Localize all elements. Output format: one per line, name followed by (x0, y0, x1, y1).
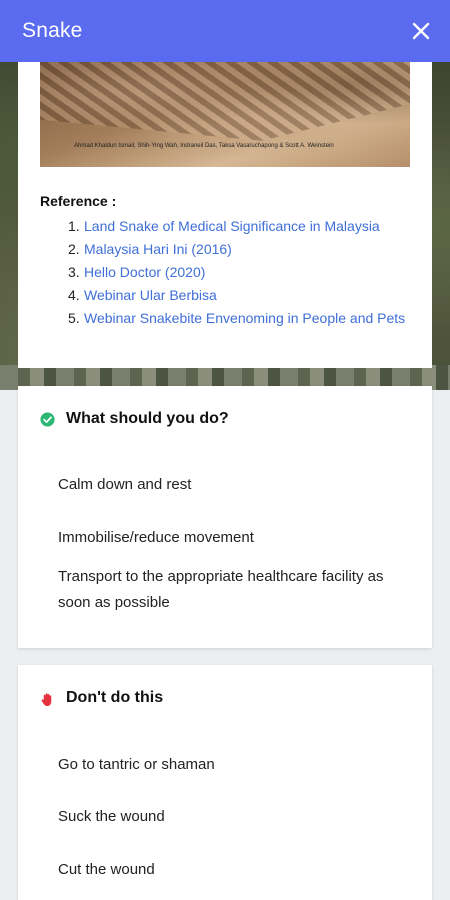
dont-item: Go to tantric or shaman (58, 756, 215, 773)
reference-link[interactable]: Webinar Ular Berbisa (84, 287, 217, 303)
check-circle-icon (40, 411, 55, 427)
dont-do-title: Don't do this (66, 689, 164, 706)
reference-list: 1. Land Snake of Medical Significance in … (68, 215, 405, 330)
image-credit: Ahmad Khaldun Ismail, Shih-Ying Wah, Ind… (74, 143, 334, 149)
reference-item: 5. Webinar Snakebite Envenoming in People… (68, 310, 406, 326)
stop-hand-icon (40, 691, 55, 706)
reference-item: 4. Webinar Ular Berbisa (68, 287, 217, 303)
reference-link[interactable]: Malaysia Hari Ini (2016) (84, 241, 232, 257)
reference-item: 2. Malaysia Hari Ini (2016) (68, 241, 232, 257)
do-item: Transport to the appropriate healthcare … (58, 568, 384, 611)
snake-scales (40, 62, 410, 141)
close-icon[interactable] (410, 20, 432, 42)
reference-card: Ahmad Khaldun Ismail, Shih-Ying Wah, Ind… (18, 40, 432, 368)
dont-item: Cut the wound (58, 861, 155, 878)
app-bar-title: Snake (22, 19, 83, 42)
dont-do-card: Don't do this Go to tantric or shaman Su… (18, 665, 432, 900)
snake-image: Ahmad Khaldun Ismail, Shih-Ying Wah, Ind… (40, 62, 410, 167)
reference-link[interactable]: Hello Doctor (2020) (84, 264, 205, 280)
what-to-do-title: What should you do? (66, 410, 229, 427)
what-to-do-card: What should you do? Calm down and rest I… (18, 386, 432, 648)
dont-do-header: Don't do this (40, 689, 163, 707)
dont-item: Suck the wound (58, 808, 165, 825)
do-item: Immobilise/reduce movement (58, 529, 254, 546)
reference-item: 1. Land Snake of Medical Significance in … (68, 218, 380, 234)
reference-heading: Reference : (40, 193, 117, 209)
do-item: Calm down and rest (58, 476, 192, 493)
reference-link[interactable]: Webinar Snakebite Envenoming in People a… (84, 310, 405, 326)
app-bar: Snake (0, 0, 450, 62)
reference-link[interactable]: Land Snake of Medical Significance in Ma… (84, 218, 380, 234)
what-to-do-header: What should you do? (40, 410, 229, 428)
reference-item: 3. Hello Doctor (2020) (68, 264, 206, 280)
